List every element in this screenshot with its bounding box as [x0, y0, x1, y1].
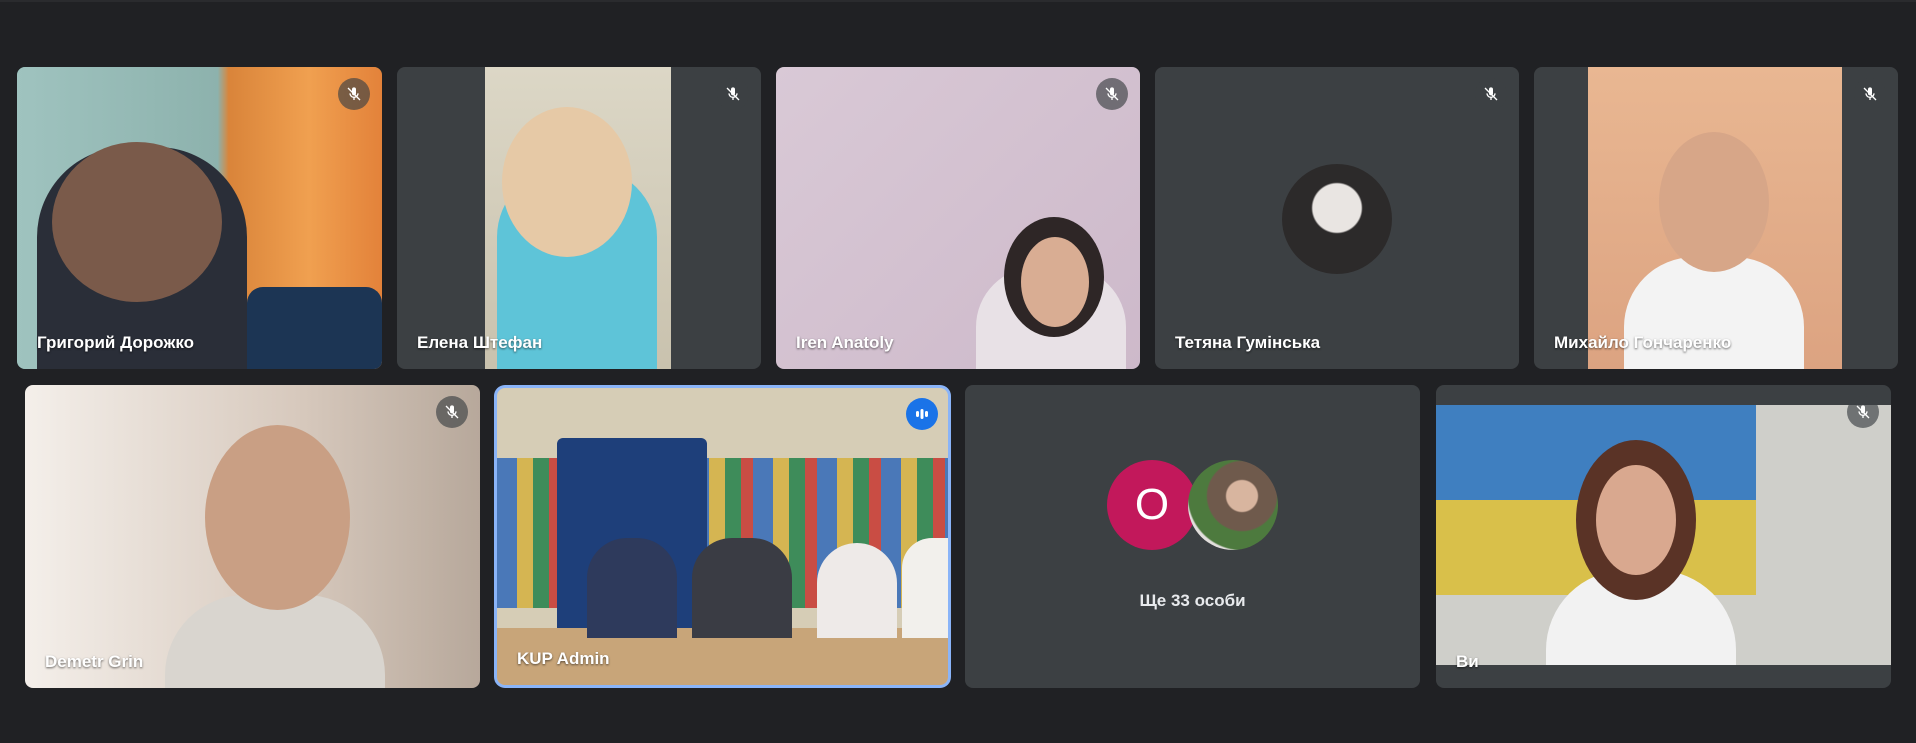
participant-tile-6[interactable]: KUP Admin — [497, 388, 948, 685]
others-tile[interactable]: О Ще 33 особи — [965, 385, 1420, 688]
participant-name: Елена Штефан — [417, 333, 543, 352]
video-person — [587, 538, 677, 638]
participant-name: Demetr Grin — [45, 652, 144, 671]
participant-tile-0[interactable]: Григорий Дорожко — [17, 67, 382, 369]
speaking-indicator-icon — [906, 398, 938, 430]
participant-tile-2[interactable]: Iren Anatoly — [776, 67, 1140, 369]
meeting-grid: Григорий Дорожко Елена Штефан Iren Anato… — [0, 0, 1916, 743]
participant-name: Михайло Гончаренко — [1554, 333, 1732, 352]
participant-tile-1[interactable]: Елена Штефан — [397, 67, 761, 369]
video-person-head — [502, 107, 632, 257]
video-person — [902, 538, 948, 638]
participant-tile-3[interactable]: Тетяна Гумінська — [1155, 67, 1519, 369]
others-count-label: Ще 33 особи — [1139, 591, 1246, 610]
others-avatar-photo — [1188, 460, 1278, 550]
participant-name: Iren Anatoly — [796, 333, 894, 352]
video-person — [817, 543, 897, 638]
participant-tile-7[interactable]: Ви — [1436, 385, 1891, 688]
others-avatar-letter: О — [1107, 460, 1197, 550]
participant-tile-4[interactable]: Михайло Гончаренко — [1534, 67, 1898, 369]
participant-name: Ви — [1456, 652, 1479, 671]
video-person-face — [1021, 237, 1089, 327]
mic-off-icon — [1847, 396, 1879, 428]
participant-name: Григорий Дорожко — [37, 333, 195, 352]
mic-off-icon — [338, 78, 370, 110]
video-chair — [247, 287, 382, 369]
mic-off-icon — [1854, 78, 1886, 110]
video-person-head — [52, 142, 222, 302]
participant-tile-5[interactable]: Demetr Grin — [25, 385, 480, 688]
video-person-head — [205, 425, 350, 610]
participant-name: KUP Admin — [517, 649, 610, 668]
mic-off-icon — [1475, 78, 1507, 110]
video-person-face — [1596, 465, 1676, 575]
participant-avatar — [1282, 164, 1392, 274]
mic-off-icon — [1096, 78, 1128, 110]
video-person-head — [1659, 132, 1769, 272]
mic-off-icon — [717, 78, 749, 110]
mic-off-icon — [436, 396, 468, 428]
video-person — [692, 538, 792, 638]
participant-name: Тетяна Гумінська — [1175, 333, 1321, 352]
top-band — [0, 0, 1916, 2]
